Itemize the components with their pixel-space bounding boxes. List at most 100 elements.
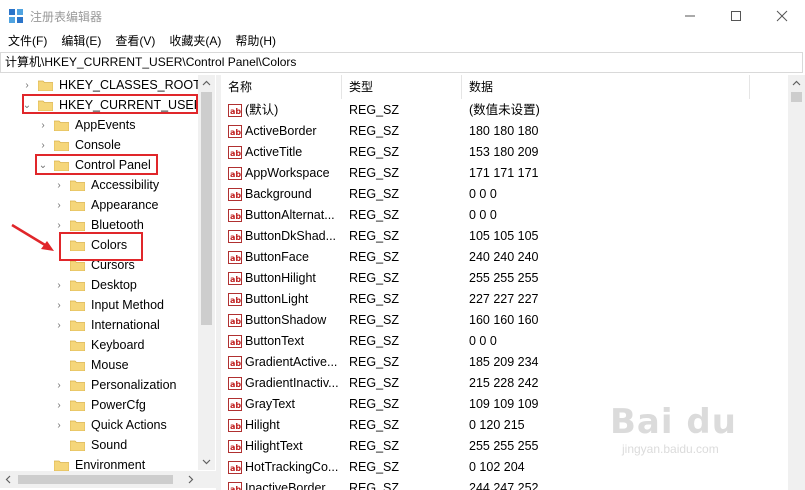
value-data: 160 160 160: [469, 313, 539, 327]
value-type: REG_SZ: [349, 376, 400, 390]
expand-icon[interactable]: ›: [54, 295, 64, 315]
value-data: 0 0 0: [469, 208, 497, 222]
value-row[interactable]: ab ActiveTitle REG_SZ 153 180 209: [221, 142, 805, 163]
folder-icon: [70, 419, 85, 431]
folder-icon: [70, 319, 85, 331]
column-header-data[interactable]: 数据: [462, 75, 750, 99]
value-name: Background: [245, 187, 312, 201]
value-row[interactable]: ab ButtonFace REG_SZ 240 240 240: [221, 247, 805, 268]
value-row[interactable]: ab ButtonText REG_SZ 0 0 0: [221, 331, 805, 352]
value-row[interactable]: ab ButtonAlternat... REG_SZ 0 0 0: [221, 205, 805, 226]
tree-item-mouse[interactable]: Mouse: [54, 355, 131, 375]
tree-item-quick-actions[interactable]: › Quick Actions: [54, 415, 169, 435]
svg-text:ab: ab: [230, 359, 241, 368]
scroll-down-icon[interactable]: [198, 453, 215, 470]
tree-item-input-method[interactable]: › Input Method: [54, 295, 166, 315]
maximize-button[interactable]: [713, 0, 759, 31]
value-data: 240 240 240: [469, 250, 539, 264]
value-name: ButtonHilight: [245, 271, 316, 285]
expand-icon[interactable]: ›: [54, 375, 64, 395]
value-name: InactiveBorder: [245, 481, 326, 490]
menu-file[interactable]: 文件(F): [8, 31, 47, 51]
red-arrow-icon: [11, 223, 54, 251]
value-row[interactable]: ab ButtonShadow REG_SZ 160 160 160: [221, 310, 805, 331]
string-value-icon: ab: [228, 335, 242, 348]
svg-text:ab: ab: [230, 338, 241, 347]
tree-item-accessibility[interactable]: › Accessibility: [54, 175, 161, 195]
tree-item-appevents[interactable]: › AppEvents: [38, 115, 137, 135]
tree-item-label: Console: [75, 138, 121, 152]
expand-icon[interactable]: ›: [54, 415, 64, 435]
value-row[interactable]: ab ActiveBorder REG_SZ 180 180 180: [221, 121, 805, 142]
value-type: REG_SZ: [349, 271, 400, 285]
svg-text:ab: ab: [230, 380, 241, 389]
value-row[interactable]: ab GradientInactiv... REG_SZ 215 228 242: [221, 373, 805, 394]
scroll-right-icon[interactable]: [182, 471, 199, 488]
expand-icon[interactable]: ›: [38, 135, 48, 155]
expand-icon[interactable]: ›: [54, 275, 64, 295]
list-scroll-thumb[interactable]: [791, 92, 802, 102]
svg-text:ab: ab: [230, 275, 241, 284]
scroll-up-icon[interactable]: [788, 75, 805, 92]
key-tree: › HKEY_CLASSES_ROOT ⌄ HKEY_CURRENT_USER …: [0, 75, 216, 490]
scroll-left-icon[interactable]: [0, 471, 17, 488]
menu-view[interactable]: 查看(V): [115, 31, 155, 51]
tree-item-label: Mouse: [91, 358, 129, 372]
value-row[interactable]: ab AppWorkspace REG_SZ 171 171 171: [221, 163, 805, 184]
value-name: GrayText: [245, 397, 296, 411]
value-row[interactable]: ab GradientActive... REG_SZ 185 209 234: [221, 352, 805, 373]
tree-item-hkcr[interactable]: › HKEY_CLASSES_ROOT: [22, 75, 203, 95]
svg-text:ab: ab: [230, 317, 241, 326]
string-value-icon: ab: [228, 356, 242, 369]
tree-item-desktop[interactable]: › Desktop: [54, 275, 139, 295]
column-header-name[interactable]: 名称: [221, 75, 342, 99]
value-row[interactable]: ab Background REG_SZ 0 0 0: [221, 184, 805, 205]
expand-icon[interactable]: ›: [54, 395, 64, 415]
folder-icon: [70, 219, 85, 231]
value-row[interactable]: ab ButtonDkShad... REG_SZ 105 105 105: [221, 226, 805, 247]
string-value-icon: ab: [228, 482, 242, 490]
expand-icon[interactable]: ›: [38, 115, 48, 135]
value-row[interactable]: ab (默认) REG_SZ (数值未设置): [221, 100, 805, 121]
scroll-up-icon[interactable]: [198, 75, 215, 92]
value-data: (数值未设置): [469, 103, 540, 117]
string-value-icon: ab: [228, 461, 242, 474]
value-row[interactable]: ab ButtonLight REG_SZ 227 227 227: [221, 289, 805, 310]
value-data: 153 180 209: [469, 145, 539, 159]
tree-item-personalization[interactable]: › Personalization: [54, 375, 178, 395]
menu-edit[interactable]: 编辑(E): [61, 31, 101, 51]
address-bar[interactable]: 计算机\HKEY_CURRENT_USER\Control Panel\Colo…: [0, 52, 803, 73]
column-header-type[interactable]: 类型: [342, 75, 462, 99]
highlight-control-panel: [35, 154, 158, 175]
folder-icon: [38, 79, 53, 91]
tree-item-label: Personalization: [91, 378, 177, 392]
tree-item-console[interactable]: › Console: [38, 135, 123, 155]
tree-item-label: AppEvents: [75, 118, 136, 132]
tree-item-appearance[interactable]: › Appearance: [54, 195, 160, 215]
baidu-watermark: Bai du jingyan.baidu.com: [610, 402, 800, 468]
minimize-button[interactable]: [667, 0, 713, 31]
value-type: REG_SZ: [349, 418, 400, 432]
tree-item-powercfg[interactable]: › PowerCfg: [54, 395, 148, 415]
close-button[interactable]: [759, 0, 805, 31]
maximize-icon: [731, 10, 741, 21]
value-name: GradientActive...: [245, 355, 338, 369]
folder-icon: [70, 339, 85, 351]
value-row[interactable]: ab InactiveBorder REG_SZ 244 247 252: [221, 478, 805, 490]
value-type: REG_SZ: [349, 145, 400, 159]
tree-item-international[interactable]: › International: [54, 315, 162, 335]
expand-icon[interactable]: ›: [54, 195, 64, 215]
menu-favorites[interactable]: 收藏夹(A): [169, 31, 221, 51]
tree-item-sound[interactable]: Sound: [54, 435, 129, 455]
menu-help[interactable]: 帮助(H): [235, 31, 276, 51]
expand-icon[interactable]: ›: [22, 75, 32, 95]
tree-item-keyboard[interactable]: Keyboard: [54, 335, 147, 355]
expand-icon[interactable]: ›: [54, 315, 64, 335]
value-data: 180 180 180: [469, 124, 539, 138]
tree-item-label: HKEY_CLASSES_ROOT: [59, 78, 201, 92]
tree-item-label: Input Method: [91, 298, 164, 312]
tree-hscroll-thumb[interactable]: [18, 475, 173, 484]
tree-scroll-thumb[interactable]: [201, 92, 212, 325]
expand-icon[interactable]: ›: [54, 175, 64, 195]
value-row[interactable]: ab ButtonHilight REG_SZ 255 255 255: [221, 268, 805, 289]
